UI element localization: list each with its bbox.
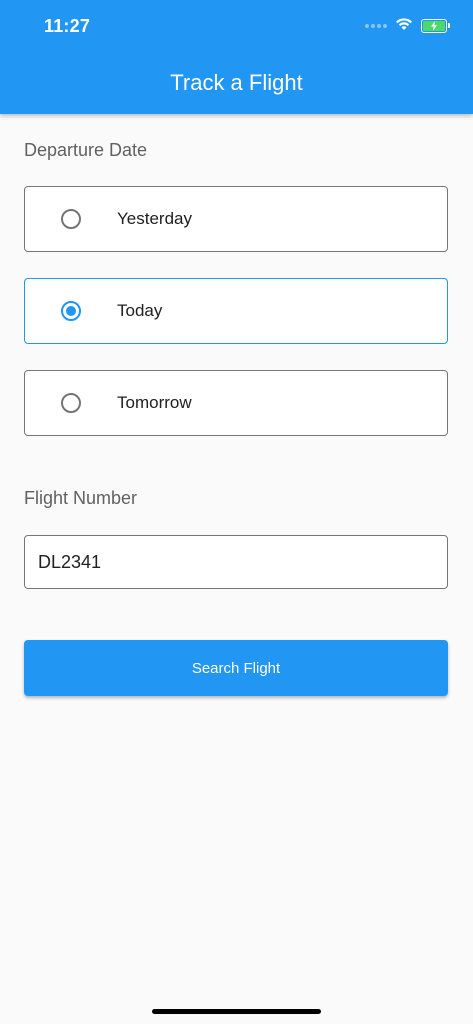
option-label: Today	[117, 301, 163, 320]
status-icons	[365, 16, 450, 36]
status-time: 11:27	[44, 16, 91, 36]
radio-button-icon[interactable]	[61, 393, 81, 413]
battery-charging-icon	[421, 19, 450, 33]
departure-date-label: Departure Date	[24, 140, 148, 160]
flight-number-input[interactable]	[24, 535, 448, 589]
search-flight-button[interactable]: Search Flight	[24, 640, 448, 696]
option-label: Tomorrow	[117, 393, 192, 412]
option-label: Yesterday	[117, 209, 192, 228]
page-title: Track a Flight	[170, 70, 303, 95]
home-indicator	[152, 1009, 321, 1014]
option-tomorrow[interactable]: Tomorrow	[24, 370, 448, 436]
app-bar: 11:27 Track a Flight	[0, 0, 473, 114]
wifi-icon	[395, 17, 413, 36]
option-today[interactable]: Today	[24, 278, 448, 344]
option-yesterday[interactable]: Yesterday	[24, 186, 448, 252]
radio-button-icon[interactable]	[61, 209, 81, 229]
radio-button-selected-icon[interactable]	[61, 301, 81, 321]
signal-icon	[365, 24, 387, 28]
flight-number-label: Flight Number	[24, 488, 138, 508]
